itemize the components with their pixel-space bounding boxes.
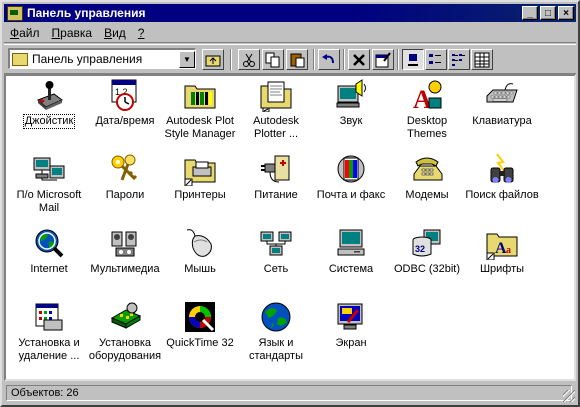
copy-icon[interactable] [262,49,284,70]
item-power[interactable]: Питание [238,152,314,202]
cut-icon[interactable] [238,49,260,70]
item-joystick[interactable]: Джойстик [11,78,87,129]
binoculars-icon [485,152,519,186]
multimedia-icon [108,226,142,260]
resize-grip[interactable] [563,390,575,402]
items-view: Джойстик 1 2 Дата/время Autodesk Plot St… [4,74,576,381]
minimize-button[interactable]: _ [522,6,538,20]
speaker-icon [334,78,368,112]
folder-icon [12,52,28,66]
item-desktop-themes[interactable]: A Desktop Themes [389,78,465,141]
item-autodesk-plot-style-manager[interactable]: Autodesk Plot Style Manager [162,78,238,141]
svg-text:32: 32 [415,244,425,254]
item-add-remove-programs[interactable]: Установка и удаление ... [11,300,87,363]
odbc-icon: 32 [410,226,444,260]
small-icons-view-icon[interactable] [425,49,447,70]
item-date-time[interactable]: 1 2 Дата/время [87,78,163,128]
display-icon [334,300,368,334]
joystick-icon [32,78,66,112]
globe-magnifier-icon [32,226,66,260]
mail-fax-icon [334,152,368,186]
network-icon [259,226,293,260]
plotter-folder-icon [259,78,293,113]
item-fonts[interactable]: Aa Шрифты [464,226,540,276]
mouse-icon [183,226,217,260]
menu-bar: Файл Правка Вид ? [4,23,576,43]
telephone-icon [410,152,444,186]
add-remove-programs-icon [32,300,66,334]
item-mail-fax[interactable]: Почта и факс [313,152,389,202]
item-passwords[interactable]: Пароли [87,152,163,202]
item-odbc[interactable]: 32 ODBC (32bit) [389,226,465,276]
regional-globe-icon [259,300,293,334]
item-internet[interactable]: Internet [11,226,87,276]
item-add-hardware[interactable]: Установка оборудования [87,300,163,363]
svg-text:a: a [506,245,511,256]
quicktime-icon [183,300,217,334]
add-hardware-icon [108,300,142,334]
item-find-files[interactable]: Поиск файлов [464,152,540,202]
address-combo[interactable]: Панель управления ▼ [8,48,196,69]
item-sound[interactable]: Звук [313,78,389,128]
menu-edit[interactable]: Правка [46,26,99,40]
plot-style-folder-icon [183,78,217,112]
desktop-themes-icon: A [410,78,444,114]
fonts-folder-icon: Aa [485,226,519,261]
menu-file[interactable]: Файл [4,26,46,40]
toolbar-separator [397,49,399,70]
address-value: Панель управления [32,52,143,66]
up-folder-icon[interactable] [202,49,224,70]
title-bar[interactable]: Панель управления _ □ × [4,4,576,22]
list-view-icon[interactable] [448,49,470,70]
item-quicktime[interactable]: QuickTime 32 [162,300,238,350]
keys-icon [108,152,142,186]
item-keyboard[interactable]: Клавиатура [464,78,540,128]
maximize-button[interactable]: □ [540,6,556,20]
window-title: Панель управления [27,6,146,20]
undo-icon[interactable] [318,49,340,70]
close-button[interactable]: × [558,6,574,20]
computer-icon [334,226,368,260]
item-multimedia[interactable]: Мультимедиа [87,226,163,276]
power-plug-icon [259,152,293,186]
menu-view[interactable]: Вид [98,26,132,40]
item-system[interactable]: Система [313,226,389,276]
status-object-count: Объектов: 26 [6,385,572,401]
address-dropdown-button[interactable]: ▼ [179,50,195,68]
item-regional-settings[interactable]: Язык и стандарты [238,300,314,363]
toolbar-separator [343,49,345,70]
status-bar: Объектов: 26 [4,383,576,403]
menu-help[interactable]: ? [132,26,151,40]
toolbar-separator [230,49,232,70]
toolbar: Панель управления ▼ [4,44,576,74]
item-network[interactable]: Сеть [238,226,314,276]
mail-postoffice-icon [32,152,66,186]
item-printers[interactable]: Принтеры [162,152,238,202]
printer-folder-icon [183,152,217,187]
keyboard-icon [485,78,519,112]
control-panel-window: Панель управления _ □ × Файл Правка Вид … [0,0,580,407]
item-mouse[interactable]: Мышь [162,226,238,276]
delete-icon[interactable] [348,49,370,70]
control-panel-icon [7,5,23,21]
paste-icon[interactable] [286,49,308,70]
item-modems[interactable]: Модемы [389,152,465,202]
item-display[interactable]: Экран [313,300,389,350]
properties-icon[interactable] [372,49,394,70]
large-icons-view-icon[interactable] [402,49,424,70]
item-autodesk-plotter[interactable]: Autodesk Plotter ... [238,78,314,141]
calendar-clock-icon: 1 2 [108,78,142,112]
details-view-icon[interactable] [471,49,493,70]
item-ms-mail-postoffice[interactable]: П/о Microsoft Mail [11,152,87,215]
toolbar-separator [313,49,315,70]
